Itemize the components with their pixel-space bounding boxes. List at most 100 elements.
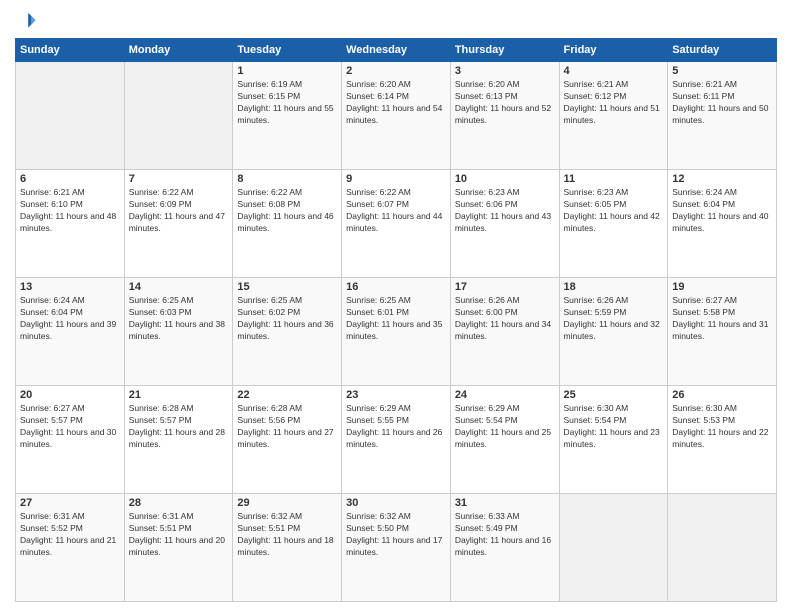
day-info: Sunrise: 6:31 AM Sunset: 5:51 PM Dayligh… xyxy=(129,511,229,559)
day-number: 24 xyxy=(455,389,555,401)
day-info: Sunrise: 6:23 AM Sunset: 6:06 PM Dayligh… xyxy=(455,187,555,235)
calendar-cell xyxy=(16,62,125,170)
day-number: 14 xyxy=(129,281,229,293)
day-info: Sunrise: 6:24 AM Sunset: 6:04 PM Dayligh… xyxy=(672,187,772,235)
calendar-day-header: Saturday xyxy=(668,39,777,62)
calendar-cell: 27 Sunrise: 6:31 AM Sunset: 5:52 PM Dayli… xyxy=(16,494,125,602)
day-info: Sunrise: 6:31 AM Sunset: 5:52 PM Dayligh… xyxy=(20,511,120,559)
calendar-cell: 15 Sunrise: 6:25 AM Sunset: 6:02 PM Dayli… xyxy=(233,278,342,386)
day-info: Sunrise: 6:27 AM Sunset: 5:57 PM Dayligh… xyxy=(20,403,120,451)
day-info: Sunrise: 6:26 AM Sunset: 6:00 PM Dayligh… xyxy=(455,295,555,343)
calendar-cell: 10Sunrise: 6:23 AM Sunset: 6:06 PM Dayli… xyxy=(450,170,559,278)
calendar-cell: 7Sunrise: 6:22 AM Sunset: 6:09 PM Daylig… xyxy=(124,170,233,278)
day-number: 2 xyxy=(346,65,446,77)
day-info: Sunrise: 6:25 AM Sunset: 6:03 PM Dayligh… xyxy=(129,295,229,343)
calendar-cell: 1 Sunrise: 6:19 AM Sunset: 6:15 PM Daylig… xyxy=(233,62,342,170)
header xyxy=(15,10,777,32)
calendar-cell: 25 Sunrise: 6:30 AM Sunset: 5:54 PM Dayli… xyxy=(559,386,668,494)
day-info: Sunrise: 6:30 AM Sunset: 5:53 PM Dayligh… xyxy=(672,403,772,451)
day-info: Sunrise: 6:21 AM Sunset: 6:10 PM Dayligh… xyxy=(20,187,120,235)
calendar-cell: 6 Sunrise: 6:21 AM Sunset: 6:10 PM Daylig… xyxy=(16,170,125,278)
day-info: Sunrise: 6:28 AM Sunset: 5:56 PM Dayligh… xyxy=(237,403,337,451)
calendar-cell: 3 Sunrise: 6:20 AM Sunset: 6:13 PM Daylig… xyxy=(450,62,559,170)
day-info: Sunrise: 6:21 AM Sunset: 6:11 PM Dayligh… xyxy=(672,79,772,127)
calendar-week-row: 6 Sunrise: 6:21 AM Sunset: 6:10 PM Daylig… xyxy=(16,170,777,278)
day-info: Sunrise: 6:20 AM Sunset: 6:14 PM Dayligh… xyxy=(346,79,446,127)
day-number: 29 xyxy=(237,497,337,509)
calendar-day-header: Friday xyxy=(559,39,668,62)
day-info: Sunrise: 6:32 AM Sunset: 5:51 PM Dayligh… xyxy=(237,511,337,559)
calendar-cell xyxy=(124,62,233,170)
day-number: 31 xyxy=(455,497,555,509)
day-number: 18 xyxy=(564,281,664,293)
day-info: Sunrise: 6:23 AM Sunset: 6:05 PM Dayligh… xyxy=(564,187,664,235)
day-number: 27 xyxy=(20,497,120,509)
calendar-cell: 14 Sunrise: 6:25 AM Sunset: 6:03 PM Dayli… xyxy=(124,278,233,386)
day-number: 19 xyxy=(672,281,772,293)
calendar-cell: 21 Sunrise: 6:28 AM Sunset: 5:57 PM Dayli… xyxy=(124,386,233,494)
calendar-table: SundayMondayTuesdayWednesdayThursdayFrid… xyxy=(15,38,777,602)
calendar-cell xyxy=(559,494,668,602)
calendar-cell: 11 Sunrise: 6:23 AM Sunset: 6:05 PM Dayli… xyxy=(559,170,668,278)
calendar-cell: 20 Sunrise: 6:27 AM Sunset: 5:57 PM Dayli… xyxy=(16,386,125,494)
day-info: Sunrise: 6:25 AM Sunset: 6:01 PM Dayligh… xyxy=(346,295,446,343)
calendar-cell: 4 Sunrise: 6:21 AM Sunset: 6:12 PM Daylig… xyxy=(559,62,668,170)
calendar-cell: 12Sunrise: 6:24 AM Sunset: 6:04 PM Dayli… xyxy=(668,170,777,278)
calendar-cell: 19Sunrise: 6:27 AM Sunset: 5:58 PM Dayli… xyxy=(668,278,777,386)
calendar-week-row: 1 Sunrise: 6:19 AM Sunset: 6:15 PM Daylig… xyxy=(16,62,777,170)
calendar-week-row: 20 Sunrise: 6:27 AM Sunset: 5:57 PM Dayli… xyxy=(16,386,777,494)
day-info: Sunrise: 6:22 AM Sunset: 6:07 PM Dayligh… xyxy=(346,187,446,235)
logo xyxy=(15,10,39,32)
calendar-cell: 29 Sunrise: 6:32 AM Sunset: 5:51 PM Dayli… xyxy=(233,494,342,602)
calendar-cell: 2 Sunrise: 6:20 AM Sunset: 6:14 PM Daylig… xyxy=(342,62,451,170)
day-number: 3 xyxy=(455,65,555,77)
calendar-day-header: Sunday xyxy=(16,39,125,62)
calendar-day-header: Tuesday xyxy=(233,39,342,62)
logo-icon xyxy=(15,10,37,32)
calendar-cell: 23 Sunrise: 6:29 AM Sunset: 5:55 PM Dayli… xyxy=(342,386,451,494)
day-number: 8 xyxy=(237,173,337,185)
calendar-cell: 22 Sunrise: 6:28 AM Sunset: 5:56 PM Dayli… xyxy=(233,386,342,494)
calendar-cell: 24Sunrise: 6:29 AM Sunset: 5:54 PM Dayli… xyxy=(450,386,559,494)
day-number: 6 xyxy=(20,173,120,185)
day-number: 21 xyxy=(129,389,229,401)
day-info: Sunrise: 6:25 AM Sunset: 6:02 PM Dayligh… xyxy=(237,295,337,343)
calendar-cell: 5Sunrise: 6:21 AM Sunset: 6:11 PM Daylig… xyxy=(668,62,777,170)
calendar-day-header: Wednesday xyxy=(342,39,451,62)
day-number: 11 xyxy=(564,173,664,185)
day-info: Sunrise: 6:22 AM Sunset: 6:08 PM Dayligh… xyxy=(237,187,337,235)
day-info: Sunrise: 6:20 AM Sunset: 6:13 PM Dayligh… xyxy=(455,79,555,127)
day-info: Sunrise: 6:32 AM Sunset: 5:50 PM Dayligh… xyxy=(346,511,446,559)
day-number: 25 xyxy=(564,389,664,401)
day-number: 16 xyxy=(346,281,446,293)
day-number: 17 xyxy=(455,281,555,293)
calendar-cell: 17 Sunrise: 6:26 AM Sunset: 6:00 PM Dayli… xyxy=(450,278,559,386)
calendar-week-row: 13 Sunrise: 6:24 AM Sunset: 6:04 PM Dayli… xyxy=(16,278,777,386)
day-info: Sunrise: 6:21 AM Sunset: 6:12 PM Dayligh… xyxy=(564,79,664,127)
day-number: 20 xyxy=(20,389,120,401)
day-number: 13 xyxy=(20,281,120,293)
day-number: 22 xyxy=(237,389,337,401)
day-number: 30 xyxy=(346,497,446,509)
calendar-cell: 26 Sunrise: 6:30 AM Sunset: 5:53 PM Dayli… xyxy=(668,386,777,494)
day-info: Sunrise: 6:24 AM Sunset: 6:04 PM Dayligh… xyxy=(20,295,120,343)
calendar-cell: 8 Sunrise: 6:22 AM Sunset: 6:08 PM Daylig… xyxy=(233,170,342,278)
day-info: Sunrise: 6:30 AM Sunset: 5:54 PM Dayligh… xyxy=(564,403,664,451)
day-number: 1 xyxy=(237,65,337,77)
calendar-cell xyxy=(668,494,777,602)
calendar-week-row: 27 Sunrise: 6:31 AM Sunset: 5:52 PM Dayli… xyxy=(16,494,777,602)
day-number: 9 xyxy=(346,173,446,185)
calendar-cell: 30 Sunrise: 6:32 AM Sunset: 5:50 PM Dayli… xyxy=(342,494,451,602)
day-number: 26 xyxy=(672,389,772,401)
day-number: 4 xyxy=(564,65,664,77)
day-number: 15 xyxy=(237,281,337,293)
day-info: Sunrise: 6:33 AM Sunset: 5:49 PM Dayligh… xyxy=(455,511,555,559)
day-info: Sunrise: 6:19 AM Sunset: 6:15 PM Dayligh… xyxy=(237,79,337,127)
day-number: 23 xyxy=(346,389,446,401)
calendar-cell: 16 Sunrise: 6:25 AM Sunset: 6:01 PM Dayli… xyxy=(342,278,451,386)
day-number: 28 xyxy=(129,497,229,509)
calendar-cell: 18 Sunrise: 6:26 AM Sunset: 5:59 PM Dayli… xyxy=(559,278,668,386)
day-info: Sunrise: 6:26 AM Sunset: 5:59 PM Dayligh… xyxy=(564,295,664,343)
day-info: Sunrise: 6:28 AM Sunset: 5:57 PM Dayligh… xyxy=(129,403,229,451)
day-info: Sunrise: 6:29 AM Sunset: 5:55 PM Dayligh… xyxy=(346,403,446,451)
